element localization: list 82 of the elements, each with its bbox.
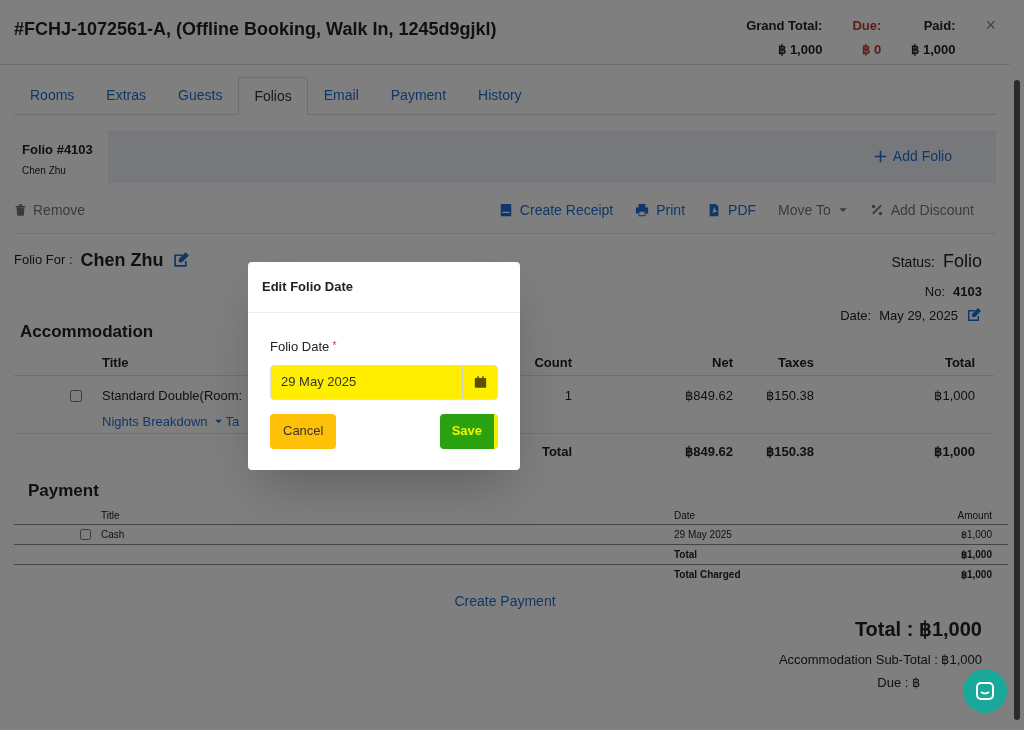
- edit-icon: [966, 307, 982, 324]
- table-cell-text: ฿849.62: [684, 387, 733, 405]
- tab[interactable]: Email: [307, 76, 375, 114]
- due-amount: Due : ฿: [877, 674, 920, 692]
- column-header: Title: [102, 353, 130, 372]
- status-label: Status:: [891, 253, 935, 272]
- plus-icon: [873, 150, 887, 163]
- printer-icon: [635, 203, 650, 217]
- tab[interactable]: Rooms: [14, 76, 91, 114]
- column-header: Count: [533, 353, 572, 372]
- folio-guest: Chen Zhu: [22, 163, 67, 178]
- tab[interactable]: Payment: [374, 76, 463, 114]
- total-value: ฿ 1,000: [911, 40, 956, 59]
- folio-for-label: Folio For :: [14, 251, 73, 270]
- table-cell-text: ฿150.38: [765, 387, 814, 405]
- table-cell-text: ฿150.38: [765, 443, 814, 462]
- table-cell-text: 1: [563, 387, 572, 405]
- total-value: ฿ 0: [862, 40, 882, 59]
- toolbar-button[interactable]: PDF: [707, 199, 757, 221]
- table-cell-text: Cash: [101, 527, 126, 542]
- booking-title: #FCHJ-1072561-A, (Offline Booking, Walk In, 1245d9gjkl): [14, 18, 498, 41]
- column-header: Taxes: [777, 353, 814, 372]
- table-cell-text: ฿1,000: [933, 387, 975, 405]
- table-cell-text: ฿1,000: [960, 527, 992, 542]
- table-cell-text: 29 May 2025: [674, 527, 732, 542]
- trash-icon: [14, 203, 27, 217]
- chat-button[interactable]: [963, 669, 1007, 713]
- folio-title: Folio #4103: [22, 141, 94, 159]
- folio-date: May 29, 2025: [879, 306, 958, 325]
- subtotal: Accommodation Sub-Total : ฿1,000: [778, 650, 982, 669]
- nights-breakdown-link[interactable]: Nights Breakdown: [102, 411, 208, 431]
- grand-total: Total : ฿1,000: [854, 616, 982, 642]
- taxes-link[interactable]: Ta: [213, 411, 240, 431]
- calendar-icon: [473, 375, 487, 389]
- cancel-button[interactable]: Cancel: [270, 413, 337, 449]
- date-field[interactable]: 29 May 2025: [270, 364, 498, 400]
- remove-button[interactable]: Remove: [14, 199, 86, 221]
- table-cell-text: ฿1,000: [933, 443, 975, 462]
- folio-number: 4103: [953, 283, 982, 301]
- table-cell-text: Total: [540, 443, 572, 462]
- row-checkbox[interactable]: [80, 528, 91, 540]
- status-value: Folio: [943, 250, 982, 273]
- chat-icon: [975, 681, 995, 701]
- column-header: Title: [101, 508, 121, 523]
- column-header: Amount: [957, 508, 992, 523]
- section-heading: Accommodation: [20, 321, 154, 343]
- toolbar-button[interactable]: Create Receipt: [498, 199, 614, 221]
- total-label: Paid:: [923, 17, 956, 35]
- table-cell-text: Total: [674, 547, 698, 562]
- column-header: Date: [674, 508, 696, 523]
- percent-icon: [869, 203, 884, 217]
- number-label: No:: [924, 283, 946, 301]
- scrollbar[interactable]: [1014, 80, 1020, 720]
- modal-title: Edit Folio Date: [248, 262, 520, 313]
- column-header: Net: [711, 353, 733, 372]
- toolbar-button[interactable]: Print: [635, 199, 686, 221]
- table-cell-text: ฿1,000: [960, 568, 992, 582]
- total-label: Due:: [852, 17, 882, 35]
- room-title: Standard Double(Room:: [102, 387, 244, 405]
- required-mark: *: [332, 338, 337, 353]
- save-button[interactable]: Save: [439, 413, 498, 449]
- book-icon: [498, 203, 513, 217]
- tab[interactable]: History: [462, 76, 538, 114]
- table-cell-text: ฿1,000: [960, 547, 992, 562]
- row-checkbox[interactable]: [70, 390, 82, 402]
- close-button[interactable]: ×: [985, 12, 996, 39]
- total-label: Grand Total:: [746, 17, 823, 35]
- add-folio-button[interactable]: Add Folio: [873, 146, 952, 167]
- date-label: Date:: [840, 306, 872, 325]
- edit-icon: [171, 251, 190, 269]
- create-payment-link[interactable]: Create Payment: [454, 590, 556, 612]
- column-header: Total: [943, 353, 975, 372]
- total-value: ฿ 1,000: [778, 40, 823, 59]
- date-input[interactable]: 29 May 2025: [271, 365, 462, 399]
- guest-name: Chen Zhu: [80, 248, 164, 272]
- section-heading: Payment: [28, 480, 99, 502]
- table-cell-text: ฿849.62: [684, 443, 733, 462]
- tab[interactable]: Guests: [162, 76, 239, 114]
- tab[interactable]: Extras: [90, 76, 163, 114]
- field-label: Folio Date: [270, 338, 330, 356]
- table-cell-text: Total Charged: [674, 568, 741, 582]
- tab[interactable]: Folios: [238, 77, 308, 115]
